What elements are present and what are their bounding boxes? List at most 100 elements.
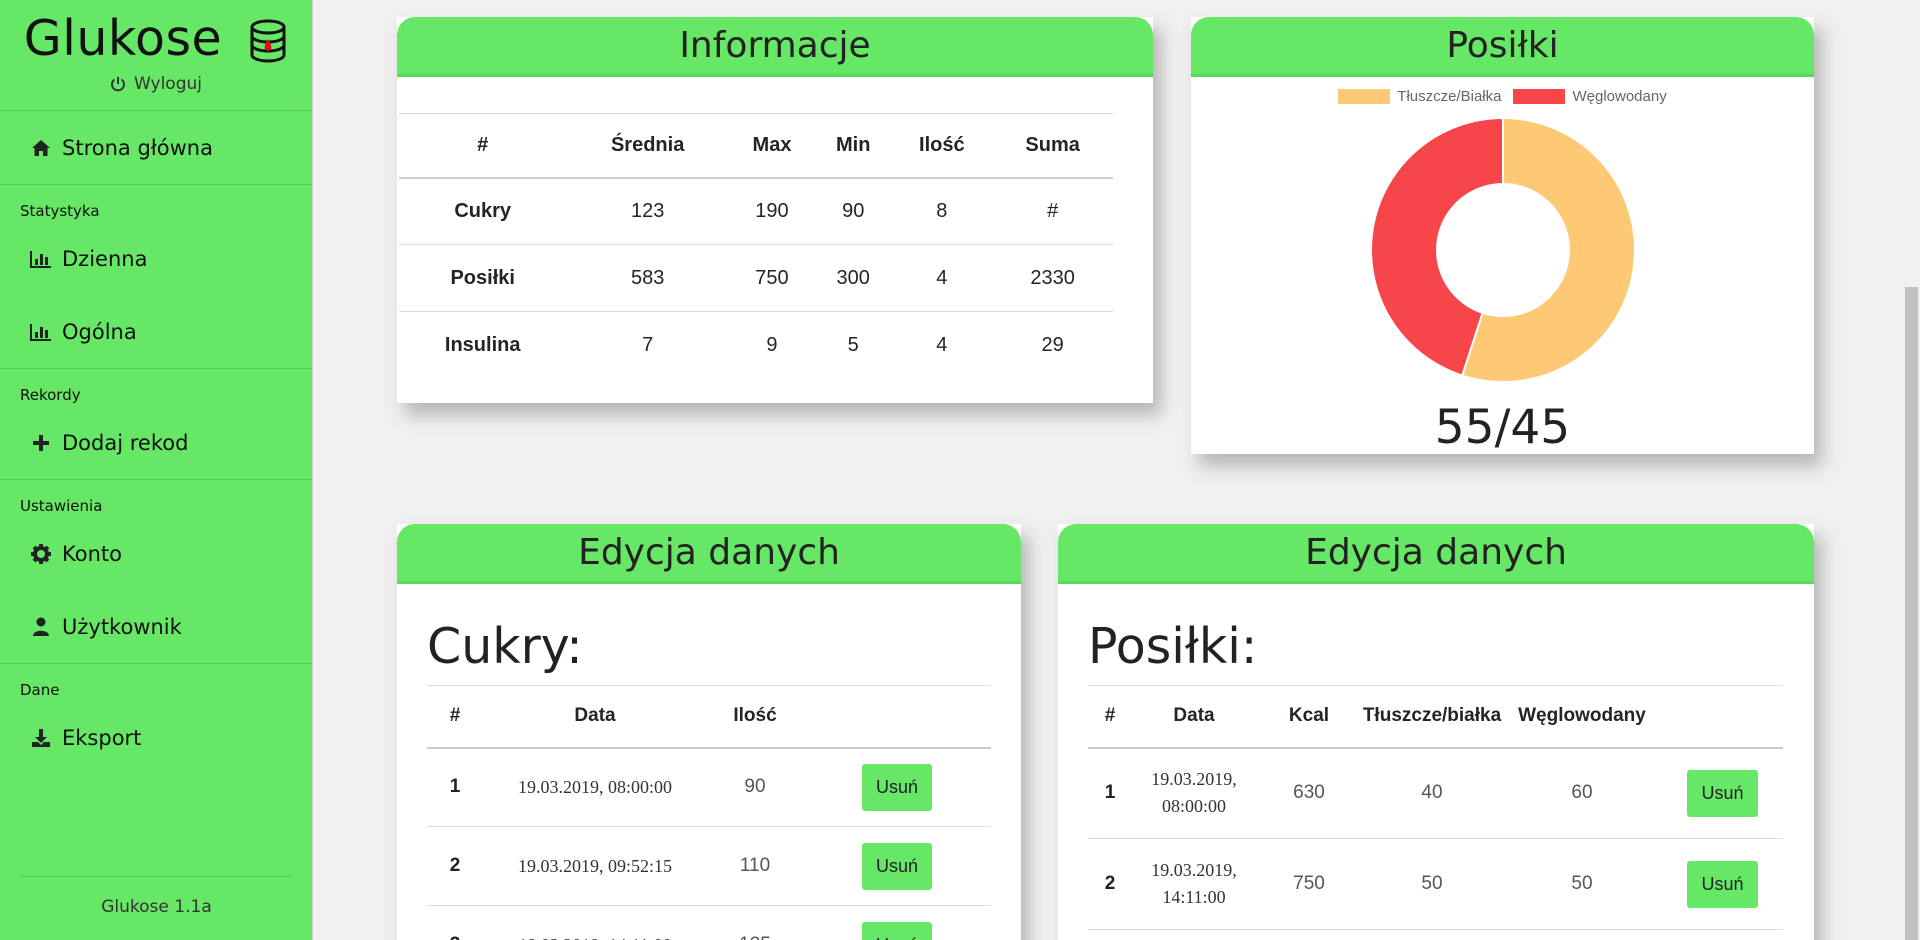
user-icon [30,616,52,638]
meals-chart-card: Posiłki Tłuszcze/Białka Węglowodany 55/4… [1191,17,1814,455]
table-cell: 5 [847,333,859,356]
table-cell: 7 [642,333,654,356]
info-card: Informacje # Średnia Max Min Ilość Suma … [397,17,1153,403]
row-carbs: 50 [1502,838,1662,930]
scrollbar-track[interactable] [1903,0,1920,940]
sidebar-item-uzytkownik[interactable]: Użytkownik [0,590,312,663]
col-header: Kcal [1256,685,1362,749]
sidebar-item-konto[interactable]: Konto [0,517,312,590]
table-cell: 123 [566,177,729,245]
section-label-ustawienia: Ustawienia [20,497,103,515]
table-cell: 4 [936,333,948,356]
logout-link[interactable]: Wyloguj [0,66,312,102]
section-label-dane: Dane [20,681,60,699]
col-header: Data [483,685,707,749]
table-cell: 750 [728,244,816,312]
sugars-table: # Data Ilość 1 19.03.2019, 08:00:00 90 U… [427,685,991,940]
col-header: Max [728,113,816,179]
sidebar-item-label: Dzienna [62,246,148,271]
sugars-edit-title: Edycja danych [397,524,1021,584]
scrollbar-thumb[interactable] [1905,287,1918,940]
delete-button[interactable]: Usuń [861,763,933,811]
legend-swatch [1338,89,1391,104]
row-action: Usuń [803,747,991,827]
col-header: Data [1132,685,1256,749]
legend-item[interactable]: Węglowodany [1513,88,1667,105]
glucose-jar-icon [248,19,288,63]
col-header: Tłuszcze/białka [1362,685,1502,749]
bar-chart-icon [30,321,52,343]
row-date-line1: 19.03.2019, [1151,769,1237,790]
table-cell: 29 [1041,333,1064,356]
sidebar-item-add-record[interactable]: Dodaj rekod [0,406,312,479]
brand: Glukose [0,0,312,67]
sidebar-item-label: Strona główna [62,135,213,160]
power-icon [110,76,126,92]
col-header: Min [815,113,892,179]
sidebar-item-home[interactable]: Strona główna [0,111,312,184]
row-fat: 50 [1362,838,1502,930]
row-value: 90 [707,747,803,827]
table-row: Insulina 7 9 5 4 29 [399,312,1113,379]
meals-edit-body: Posiłki: # Data Kcal Tłuszcze/białka Węg… [1058,584,1814,940]
legend-label: Tłuszcze/Białka [1397,88,1502,105]
sidebar-item-label: Dodaj rekod [62,430,189,455]
table-cell: 583 [566,244,729,312]
row-value: 110 [707,826,803,906]
table-row: 2 19.03.2019, 09:52:15 110 Usuń [427,826,991,906]
row-number: 2 [1088,838,1132,930]
info-card-title: Informacje [397,17,1153,77]
brand-title: Glukose [23,9,223,67]
col-header: Średnia [566,113,729,179]
col-header: Ilość [707,685,803,749]
logout-label: Wyloguj [134,74,202,94]
table-row: 3 19.03.2019, 14:11:00 135 Usuń [427,905,991,940]
row-date: 19.03.2019, 08:00:00 [483,747,707,827]
download-icon [30,727,52,749]
row-date: 19.03.2019, 14:11:00 [1132,838,1256,930]
legend-swatch [1513,89,1566,104]
meals-edit-title: Edycja danych [1058,524,1814,584]
app-version: Glukose 1.1a [101,897,212,917]
row-label: Insulina [444,333,521,356]
col-header: # [1088,685,1132,749]
sugars-list-title: Cukry: [427,618,583,675]
section-label-statystyka: Statystyka [20,202,100,220]
sugars-table-header: # Data Ilość [427,685,991,749]
row-action: Usuń [1662,838,1783,930]
row-label: Posiłki [399,244,567,312]
sidebar-item-ogolna[interactable]: Ogólna [0,295,312,368]
col-header [1662,685,1783,749]
legend-label: Węglowodany [1572,88,1667,105]
section-label-rekordy: Rekordy [20,386,81,404]
info-table: # Średnia Max Min Ilość Suma Cukry 123 1… [399,113,1113,379]
delete-button[interactable]: Usuń [861,921,933,940]
sidebar-item-dzienna[interactable]: Dzienna [0,222,312,295]
meals-chart-title: Posiłki [1191,17,1814,77]
table-row: Posiłki 583 750 300 4 2330 [399,244,1113,312]
delete-button[interactable]: Usuń [1687,769,1758,817]
gear-icon [30,543,52,565]
col-header: Ilość [891,113,993,179]
sidebar: Glukose Wyloguj Strona główna Statystyka [0,0,313,940]
row-label: Cukry [399,177,567,245]
donut-chart[interactable] [1371,118,1635,382]
row-date-line2: 08:00:00 [1161,796,1226,817]
row-kcal: 750 [1256,838,1362,930]
legend-item[interactable]: Tłuszcze/Białka [1338,88,1501,105]
meals-edit-card: Edycja danych Posiłki: # Data Kcal Tłusz… [1058,524,1814,940]
table-cell: 9 [766,333,778,356]
row-number: 1 [427,747,483,827]
row-carbs: 60 [1502,747,1662,839]
row-number: 1 [1088,747,1132,839]
info-table-header: # Średnia Max Min Ilość Suma [399,113,1113,179]
sidebar-item-eksport[interactable]: Eksport [0,701,312,774]
delete-button[interactable]: Usuń [861,842,933,890]
col-header: # [399,113,567,179]
delete-button[interactable]: Usuń [1687,860,1758,908]
home-icon [30,137,52,159]
col-header: Węglowodany [1502,685,1662,749]
sugars-edit-body: Cukry: # Data Ilość 1 19.03.2019, 08:00:… [397,584,1021,940]
row-number: 2 [427,826,483,906]
sidebar-item-label: Ogólna [62,319,137,344]
